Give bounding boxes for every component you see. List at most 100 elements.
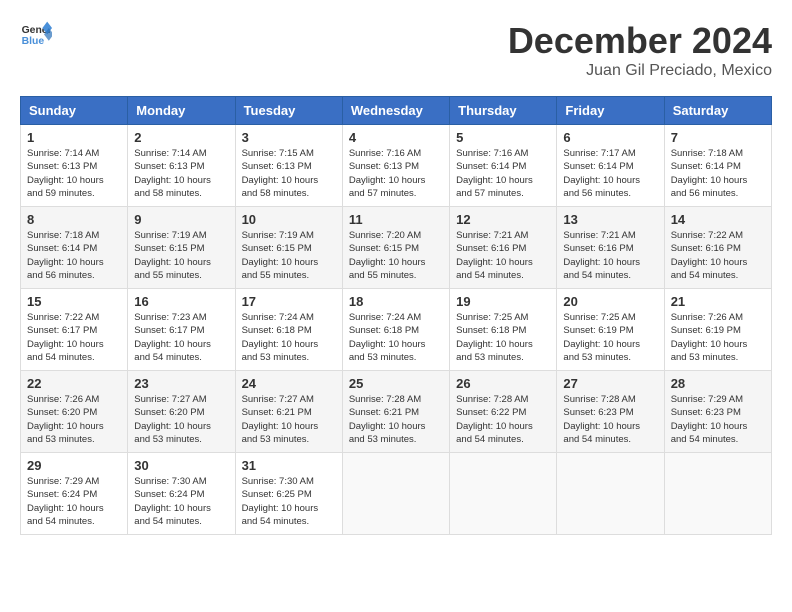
day-cell-18: 18 Sunrise: 7:24 AMSunset: 6:18 PMDaylig… <box>342 289 449 371</box>
week-row-3: 15 Sunrise: 7:22 AMSunset: 6:17 PMDaylig… <box>21 289 772 371</box>
day-cell-11: 11 Sunrise: 7:20 AMSunset: 6:15 PMDaylig… <box>342 207 449 289</box>
day-info-12: Sunrise: 7:21 AMSunset: 6:16 PMDaylight:… <box>456 229 550 282</box>
day-info-27: Sunrise: 7:28 AMSunset: 6:23 PMDaylight:… <box>563 393 657 446</box>
day-number-26: 26 <box>456 376 550 391</box>
header-sunday: Sunday <box>21 97 128 125</box>
svg-text:Blue: Blue <box>22 36 45 47</box>
header-friday: Friday <box>557 97 664 125</box>
logo-icon: General Blue <box>20 20 52 48</box>
day-info-13: Sunrise: 7:21 AMSunset: 6:16 PMDaylight:… <box>563 229 657 282</box>
day-info-3: Sunrise: 7:15 AMSunset: 6:13 PMDaylight:… <box>242 147 336 200</box>
empty-cell-w4d4 <box>450 453 557 535</box>
day-info-11: Sunrise: 7:20 AMSunset: 6:15 PMDaylight:… <box>349 229 443 282</box>
day-cell-28: 28 Sunrise: 7:29 AMSunset: 6:23 PMDaylig… <box>664 371 771 453</box>
day-number-31: 31 <box>242 458 336 473</box>
day-number-7: 7 <box>671 130 765 145</box>
day-cell-19: 19 Sunrise: 7:25 AMSunset: 6:18 PMDaylig… <box>450 289 557 371</box>
page-header: General Blue December 2024 Juan Gil Prec… <box>20 20 772 80</box>
day-cell-24: 24 Sunrise: 7:27 AMSunset: 6:21 PMDaylig… <box>235 371 342 453</box>
week-row-2: 8 Sunrise: 7:18 AMSunset: 6:14 PMDayligh… <box>21 207 772 289</box>
day-cell-8: 8 Sunrise: 7:18 AMSunset: 6:14 PMDayligh… <box>21 207 128 289</box>
day-number-4: 4 <box>349 130 443 145</box>
day-info-21: Sunrise: 7:26 AMSunset: 6:19 PMDaylight:… <box>671 311 765 364</box>
empty-cell-w4d3 <box>342 453 449 535</box>
day-info-18: Sunrise: 7:24 AMSunset: 6:18 PMDaylight:… <box>349 311 443 364</box>
day-number-5: 5 <box>456 130 550 145</box>
day-number-12: 12 <box>456 212 550 227</box>
day-info-14: Sunrise: 7:22 AMSunset: 6:16 PMDaylight:… <box>671 229 765 282</box>
day-cell-21: 21 Sunrise: 7:26 AMSunset: 6:19 PMDaylig… <box>664 289 771 371</box>
day-number-25: 25 <box>349 376 443 391</box>
day-cell-20: 20 Sunrise: 7:25 AMSunset: 6:19 PMDaylig… <box>557 289 664 371</box>
day-info-15: Sunrise: 7:22 AMSunset: 6:17 PMDaylight:… <box>27 311 121 364</box>
day-number-8: 8 <box>27 212 121 227</box>
day-info-9: Sunrise: 7:19 AMSunset: 6:15 PMDaylight:… <box>134 229 228 282</box>
day-cell-3: 3 Sunrise: 7:15 AMSunset: 6:13 PMDayligh… <box>235 125 342 207</box>
day-number-13: 13 <box>563 212 657 227</box>
empty-cell-w4d6 <box>664 453 771 535</box>
day-number-28: 28 <box>671 376 765 391</box>
day-cell-27: 27 Sunrise: 7:28 AMSunset: 6:23 PMDaylig… <box>557 371 664 453</box>
day-number-19: 19 <box>456 294 550 309</box>
day-cell-22: 22 Sunrise: 7:26 AMSunset: 6:20 PMDaylig… <box>21 371 128 453</box>
day-cell-15: 15 Sunrise: 7:22 AMSunset: 6:17 PMDaylig… <box>21 289 128 371</box>
day-number-6: 6 <box>563 130 657 145</box>
day-info-25: Sunrise: 7:28 AMSunset: 6:21 PMDaylight:… <box>349 393 443 446</box>
day-number-17: 17 <box>242 294 336 309</box>
calendar-title: December 2024 <box>508 20 772 62</box>
header-wednesday: Wednesday <box>342 97 449 125</box>
day-number-22: 22 <box>27 376 121 391</box>
week-row-4: 22 Sunrise: 7:26 AMSunset: 6:20 PMDaylig… <box>21 371 772 453</box>
day-cell-23: 23 Sunrise: 7:27 AMSunset: 6:20 PMDaylig… <box>128 371 235 453</box>
day-number-9: 9 <box>134 212 228 227</box>
day-cell-26: 26 Sunrise: 7:28 AMSunset: 6:22 PMDaylig… <box>450 371 557 453</box>
header-tuesday: Tuesday <box>235 97 342 125</box>
day-number-29: 29 <box>27 458 121 473</box>
week-row-5: 29 Sunrise: 7:29 AMSunset: 6:24 PMDaylig… <box>21 453 772 535</box>
day-cell-14: 14 Sunrise: 7:22 AMSunset: 6:16 PMDaylig… <box>664 207 771 289</box>
day-number-15: 15 <box>27 294 121 309</box>
day-cell-1: 1 Sunrise: 7:14 AMSunset: 6:13 PMDayligh… <box>21 125 128 207</box>
day-cell-10: 10 Sunrise: 7:19 AMSunset: 6:15 PMDaylig… <box>235 207 342 289</box>
day-number-21: 21 <box>671 294 765 309</box>
day-info-26: Sunrise: 7:28 AMSunset: 6:22 PMDaylight:… <box>456 393 550 446</box>
calendar-table: Sunday Monday Tuesday Wednesday Thursday… <box>20 96 772 535</box>
header-saturday: Saturday <box>664 97 771 125</box>
day-cell-17: 17 Sunrise: 7:24 AMSunset: 6:18 PMDaylig… <box>235 289 342 371</box>
day-number-14: 14 <box>671 212 765 227</box>
empty-cell-w4d5 <box>557 453 664 535</box>
day-number-2: 2 <box>134 130 228 145</box>
day-info-19: Sunrise: 7:25 AMSunset: 6:18 PMDaylight:… <box>456 311 550 364</box>
day-info-8: Sunrise: 7:18 AMSunset: 6:14 PMDaylight:… <box>27 229 121 282</box>
day-number-18: 18 <box>349 294 443 309</box>
day-info-4: Sunrise: 7:16 AMSunset: 6:13 PMDaylight:… <box>349 147 443 200</box>
day-number-16: 16 <box>134 294 228 309</box>
title-section: December 2024 Juan Gil Preciado, Mexico <box>508 20 772 80</box>
day-info-6: Sunrise: 7:17 AMSunset: 6:14 PMDaylight:… <box>563 147 657 200</box>
day-number-10: 10 <box>242 212 336 227</box>
day-number-20: 20 <box>563 294 657 309</box>
day-info-30: Sunrise: 7:30 AMSunset: 6:24 PMDaylight:… <box>134 475 228 528</box>
header-monday: Monday <box>128 97 235 125</box>
day-cell-25: 25 Sunrise: 7:28 AMSunset: 6:21 PMDaylig… <box>342 371 449 453</box>
header-thursday: Thursday <box>450 97 557 125</box>
day-number-24: 24 <box>242 376 336 391</box>
day-cell-13: 13 Sunrise: 7:21 AMSunset: 6:16 PMDaylig… <box>557 207 664 289</box>
day-number-27: 27 <box>563 376 657 391</box>
day-number-30: 30 <box>134 458 228 473</box>
day-info-17: Sunrise: 7:24 AMSunset: 6:18 PMDaylight:… <box>242 311 336 364</box>
calendar-subtitle: Juan Gil Preciado, Mexico <box>508 62 772 80</box>
day-cell-30: 30 Sunrise: 7:30 AMSunset: 6:24 PMDaylig… <box>128 453 235 535</box>
day-cell-2: 2 Sunrise: 7:14 AMSunset: 6:13 PMDayligh… <box>128 125 235 207</box>
day-cell-29: 29 Sunrise: 7:29 AMSunset: 6:24 PMDaylig… <box>21 453 128 535</box>
day-info-28: Sunrise: 7:29 AMSunset: 6:23 PMDaylight:… <box>671 393 765 446</box>
day-cell-9: 9 Sunrise: 7:19 AMSunset: 6:15 PMDayligh… <box>128 207 235 289</box>
day-number-11: 11 <box>349 212 443 227</box>
weekday-header-row: Sunday Monday Tuesday Wednesday Thursday… <box>21 97 772 125</box>
day-cell-4: 4 Sunrise: 7:16 AMSunset: 6:13 PMDayligh… <box>342 125 449 207</box>
day-info-24: Sunrise: 7:27 AMSunset: 6:21 PMDaylight:… <box>242 393 336 446</box>
day-number-23: 23 <box>134 376 228 391</box>
day-info-22: Sunrise: 7:26 AMSunset: 6:20 PMDaylight:… <box>27 393 121 446</box>
day-cell-16: 16 Sunrise: 7:23 AMSunset: 6:17 PMDaylig… <box>128 289 235 371</box>
day-cell-7: 7 Sunrise: 7:18 AMSunset: 6:14 PMDayligh… <box>664 125 771 207</box>
